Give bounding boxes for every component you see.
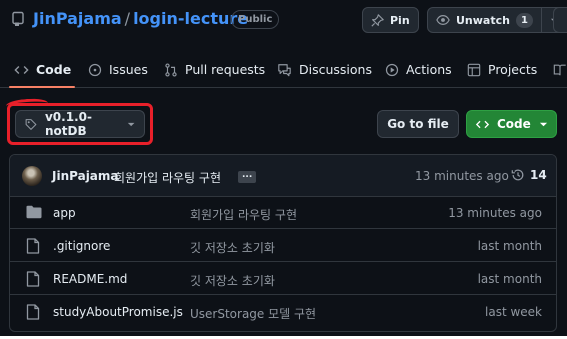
tab-issues[interactable]: Issues [88,52,148,87]
play-icon [385,63,399,76]
file-listing: JinPajama 회원가입 라우팅 구현 ... 13 minutes ago… [9,154,557,332]
issue-icon [88,63,102,76]
commit-history-link[interactable]: 14 [511,168,547,182]
file-commit-message[interactable]: 회원가입 라우팅 구현 [190,206,297,223]
file-commit-time: last month [477,272,542,286]
pull-request-icon [165,62,177,77]
go-to-file-button[interactable]: Go to file [377,110,459,138]
go-to-file-label: Go to file [387,117,449,131]
tab-code-label: Code [36,62,72,77]
tab-issues-label: Issues [109,62,148,77]
fork-button[interactable] [553,7,567,33]
file-row[interactable]: app 회원가입 라우팅 구현 13 minutes ago [10,197,556,229]
history-icon [511,169,524,181]
avatar[interactable] [22,166,42,186]
code-dropdown-button[interactable]: Code [466,110,557,138]
watch-button[interactable]: Unwatch 1 [427,7,567,33]
file-row[interactable]: README.md 깃 저장소 초기화 last month [10,263,556,295]
latest-commit-bar: JinPajama 회원가입 라우팅 구현 ... 13 minutes ago… [10,155,556,197]
code-button-label: Code [497,117,531,131]
file-icon [26,304,40,320]
tab-projects-label: Projects [488,62,538,77]
commit-message[interactable]: 회원가입 라우팅 구현 [114,169,221,186]
file-icon [26,238,40,254]
folder-icon [26,205,42,219]
pin-icon [371,13,384,27]
tab-projects[interactable]: Projects [467,52,537,87]
active-tab-indicator [9,86,75,88]
screenshot: JinPajama / login-lecture Public Pin Unwat… [0,0,567,336]
file-commit-message[interactable]: 깃 저장소 초기화 [190,239,275,256]
tab-discussions[interactable]: Discussions [277,52,372,87]
repo-icon [10,11,26,27]
file-name[interactable]: app [53,206,76,220]
visibility-badge: Public [231,10,280,29]
pin-label: Pin [390,13,410,27]
repo-title: JinPajama / login-lecture [33,9,248,28]
file-commit-message[interactable]: UserStorage 모델 구현 [190,305,316,322]
code-icon [475,120,490,128]
commit-author[interactable]: JinPajama [52,169,119,183]
pin-button[interactable]: Pin [362,7,419,33]
tab-actions[interactable]: Actions [385,52,452,87]
discussion-icon [278,63,291,76]
repo-owner-link[interactable]: JinPajama [33,9,122,28]
code-icon [14,65,29,74]
file-commit-time: last month [477,239,542,253]
book-icon [553,64,566,75]
file-row[interactable]: .gitignore 깃 저장소 초기화 last month [10,230,556,262]
caret-down-icon [539,122,548,126]
file-name[interactable]: .gitignore [53,239,110,253]
annotation-highlight [7,103,153,145]
tab-code[interactable]: Code [14,52,71,87]
file-name[interactable]: studyAboutPromise.js [53,305,183,319]
commit-count: 14 [530,168,547,182]
file-commit-message[interactable]: 깃 저장소 초기화 [190,272,275,289]
tab-discussions-label: Discussions [299,62,372,77]
tab-pull-requests-label: Pull requests [185,62,266,77]
file-icon [26,271,40,287]
file-commit-time: 13 minutes ago [448,206,542,220]
tab-more[interactable] [553,52,567,87]
tab-pull-requests[interactable]: Pull requests [164,52,265,87]
table-icon [467,63,481,76]
watch-count: 1 [515,12,533,28]
repo-nav: Code Issues Pull requests Discussions Ac… [0,52,567,88]
eye-icon [436,15,450,25]
file-name[interactable]: README.md [53,272,127,286]
tab-actions-label: Actions [406,62,452,77]
repo-separator: / [124,9,131,28]
expand-commit-button[interactable]: ... [238,171,257,183]
file-commit-time: last week [485,305,542,319]
watch-label: Unwatch [456,13,510,27]
commit-time: 13 minutes ago [415,169,509,183]
file-row[interactable]: studyAboutPromise.js UserStorage 모델 구현 l… [10,296,556,328]
